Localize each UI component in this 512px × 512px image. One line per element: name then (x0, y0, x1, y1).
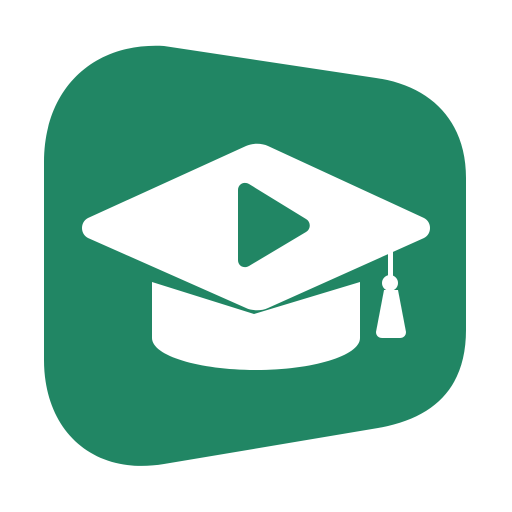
app-logo (44, 45, 466, 466)
tassel-knot (382, 275, 398, 291)
app-icon-canvas (0, 0, 512, 512)
